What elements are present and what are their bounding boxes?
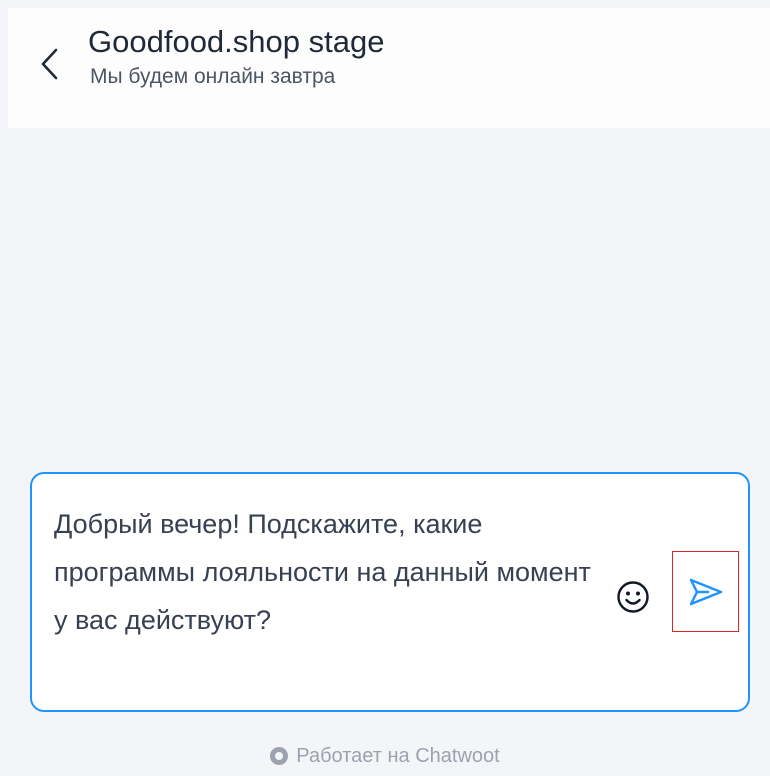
chat-widget: Goodfood.shop stage Мы будем онлайн завт… bbox=[0, 0, 770, 776]
availability-status: Мы будем онлайн завтра bbox=[90, 65, 336, 88]
powered-by-footer[interactable]: Работает на Chatwoot bbox=[0, 742, 770, 770]
chatwoot-logo-icon bbox=[270, 747, 289, 765]
back-button[interactable] bbox=[36, 44, 64, 84]
emoji-button[interactable] bbox=[614, 578, 652, 616]
smiley-face-icon bbox=[617, 581, 649, 613]
conversation-area bbox=[8, 128, 770, 468]
send-button[interactable] bbox=[672, 551, 739, 632]
paper-plane-send-icon bbox=[689, 578, 722, 605]
message-composer: Добрый вечер! Подскажите, какие программ… bbox=[30, 472, 750, 712]
powered-by-text: Работает на Chatwoot bbox=[296, 744, 500, 767]
channel-title: Goodfood.shop stage bbox=[88, 24, 385, 59]
message-input[interactable]: Добрый вечер! Подскажите, какие программ… bbox=[54, 500, 594, 694]
chat-header: Goodfood.shop stage Мы будем онлайн завт… bbox=[8, 8, 770, 128]
chevron-left-icon bbox=[41, 48, 58, 80]
